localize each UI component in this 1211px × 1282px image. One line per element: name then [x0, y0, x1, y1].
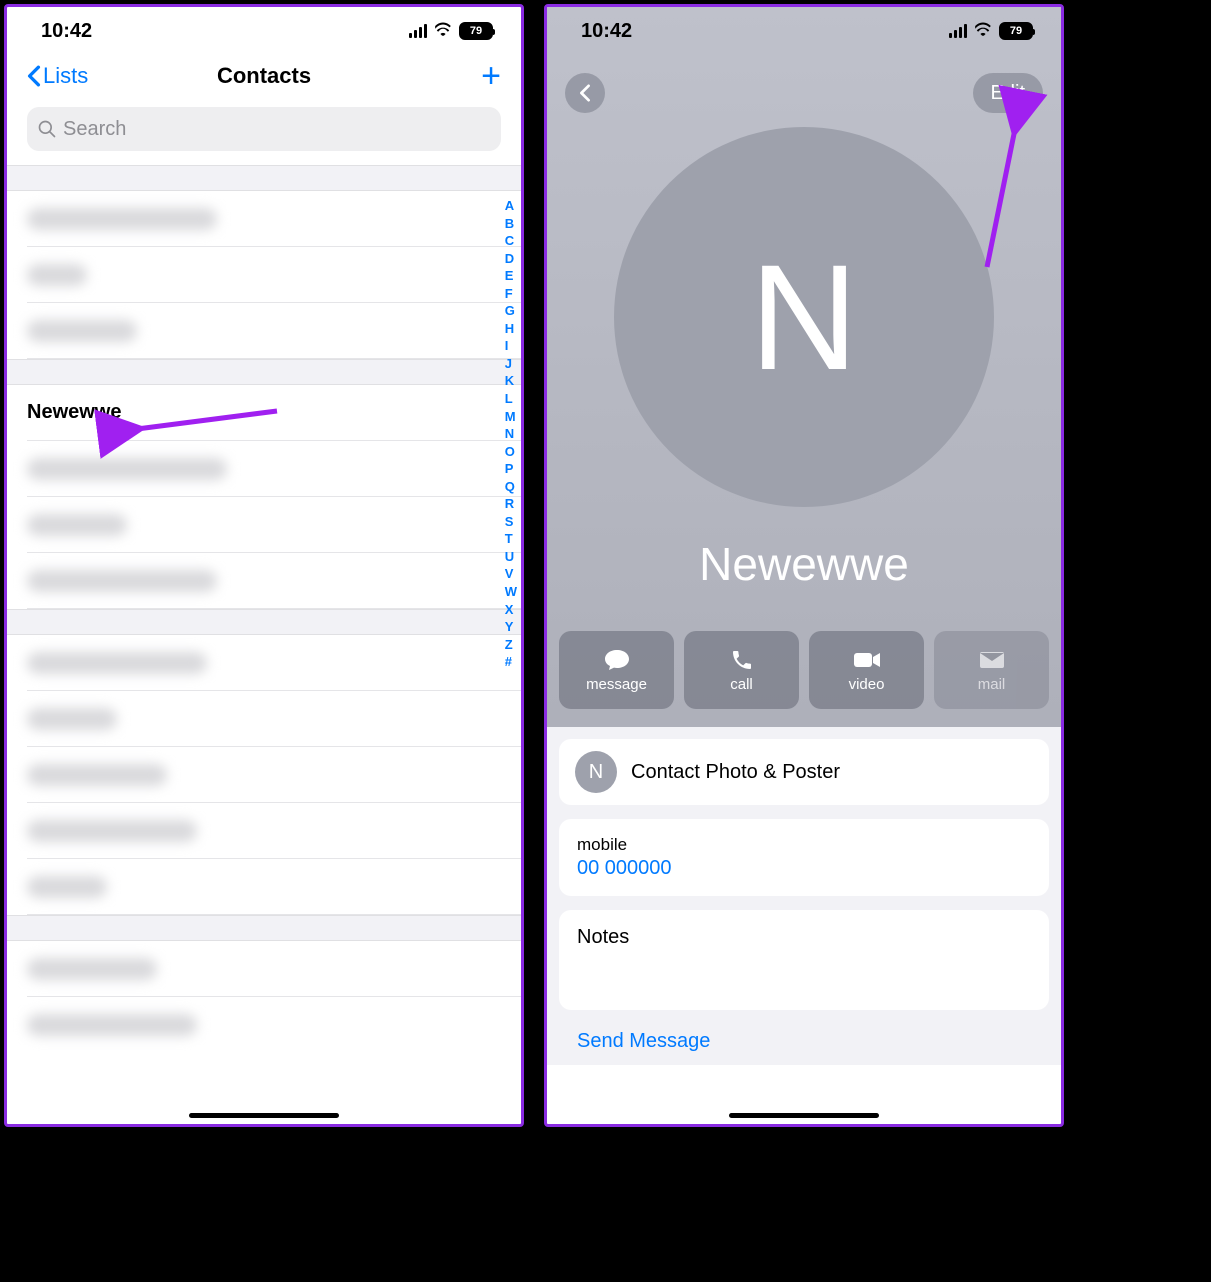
battery-icon: 79 — [999, 22, 1033, 40]
back-lists-button[interactable]: Lists — [27, 63, 88, 89]
photo-row-label: Contact Photo & Poster — [631, 761, 840, 784]
nav-bar: Lists Contacts + — [7, 55, 521, 101]
contact-name: Newewwe — [547, 537, 1061, 591]
message-button[interactable]: message — [559, 631, 674, 709]
list-item[interactable] — [27, 191, 521, 247]
send-message-link[interactable]: Send Message — [559, 1024, 1049, 1053]
list-item[interactable] — [27, 747, 521, 803]
status-bar: 10:42 79 — [7, 7, 521, 55]
contact-photo-poster-row[interactable]: N Contact Photo & Poster — [559, 739, 1049, 805]
list-item[interactable] — [27, 997, 521, 1053]
home-indicator[interactable] — [189, 1113, 339, 1118]
contact-header-area: 10:42 79 Edit N Newewwe message call — [547, 7, 1061, 727]
mail-button: mail — [934, 631, 1049, 709]
section-header — [7, 165, 521, 191]
status-bar: 10:42 79 — [547, 7, 1061, 55]
call-button[interactable]: call — [684, 631, 799, 709]
alphabet-index[interactable]: ABCDEFGHIJKLMNOPQRSTUVWXYZ# — [505, 197, 517, 671]
back-label: Lists — [43, 63, 88, 89]
section-header — [7, 915, 521, 941]
search-input[interactable]: Search — [27, 107, 501, 151]
contacts-list[interactable]: Newewwe — [7, 165, 521, 1053]
edit-button[interactable]: Edit — [973, 73, 1043, 113]
list-item[interactable] — [27, 941, 521, 997]
list-item[interactable] — [27, 247, 521, 303]
status-time: 10:42 — [581, 20, 632, 43]
action-row: message call video mail — [559, 631, 1049, 709]
list-item[interactable] — [27, 859, 521, 915]
section-header — [7, 359, 521, 385]
search-icon — [37, 119, 57, 139]
contact-name-label: Newewwe — [27, 401, 121, 424]
video-icon — [853, 648, 881, 672]
contact-details-list: N Contact Photo & Poster mobile 00 00000… — [547, 727, 1061, 1065]
list-item[interactable] — [27, 553, 521, 609]
wifi-icon — [433, 20, 453, 43]
contacts-list-screen: 10:42 79 Lists Contacts + Search Newewwe — [4, 4, 524, 1127]
add-contact-button[interactable]: + — [481, 59, 501, 93]
mail-icon — [978, 648, 1006, 672]
phone-icon — [728, 648, 756, 672]
list-item[interactable] — [27, 303, 521, 359]
back-button[interactable] — [565, 73, 605, 113]
video-button[interactable]: video — [809, 631, 924, 709]
status-time: 10:42 — [41, 20, 92, 43]
section-header — [7, 609, 521, 635]
list-item[interactable] — [27, 441, 521, 497]
contact-row-newewwe[interactable]: Newewwe — [27, 385, 521, 441]
list-item[interactable] — [27, 635, 521, 691]
battery-icon: 79 — [459, 22, 493, 40]
list-item[interactable] — [27, 803, 521, 859]
contact-avatar[interactable]: N — [614, 127, 994, 507]
phone-label: mobile — [577, 835, 1031, 855]
home-indicator[interactable] — [729, 1113, 879, 1118]
wifi-icon — [973, 20, 993, 43]
phone-value[interactable]: 00 000000 — [577, 857, 1031, 880]
mini-avatar-icon: N — [575, 751, 617, 793]
status-right: 79 — [409, 20, 494, 43]
notes-row[interactable]: Notes — [559, 910, 1049, 1010]
cellular-icon — [409, 24, 428, 38]
list-item[interactable] — [27, 691, 521, 747]
notes-label: Notes — [577, 926, 1031, 949]
search-placeholder: Search — [63, 118, 126, 141]
phone-number-row[interactable]: mobile 00 000000 — [559, 819, 1049, 896]
status-right: 79 — [949, 20, 1034, 43]
contact-detail-screen: 10:42 79 Edit N Newewwe message call — [544, 4, 1064, 1127]
cellular-icon — [949, 24, 968, 38]
list-item[interactable] — [27, 497, 521, 553]
message-icon — [603, 648, 631, 672]
